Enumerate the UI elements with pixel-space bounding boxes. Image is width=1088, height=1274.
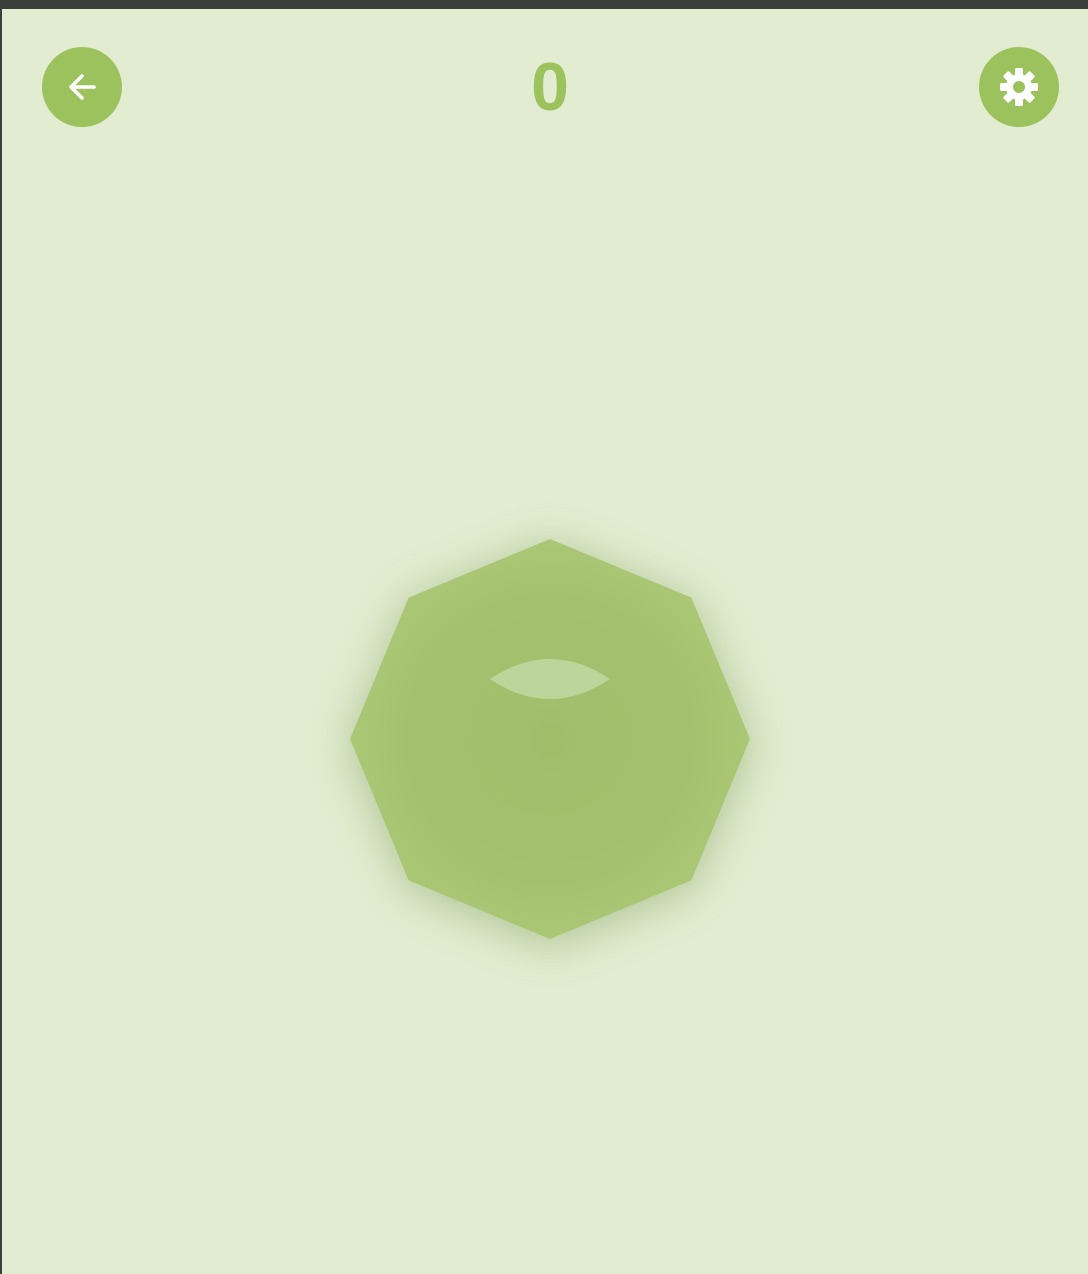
game-area[interactable]: 0 (2, 9, 1088, 1274)
settings-button[interactable] (979, 47, 1059, 127)
octagon-creature[interactable] (300, 489, 800, 989)
back-button[interactable] (42, 47, 122, 127)
arrow-left-icon (69, 74, 96, 100)
gear-icon (1000, 68, 1038, 106)
octagon-shape (350, 539, 750, 939)
window-top-bar (0, 0, 1088, 9)
octagon-body (350, 539, 750, 939)
score-counter: 0 (531, 49, 569, 125)
